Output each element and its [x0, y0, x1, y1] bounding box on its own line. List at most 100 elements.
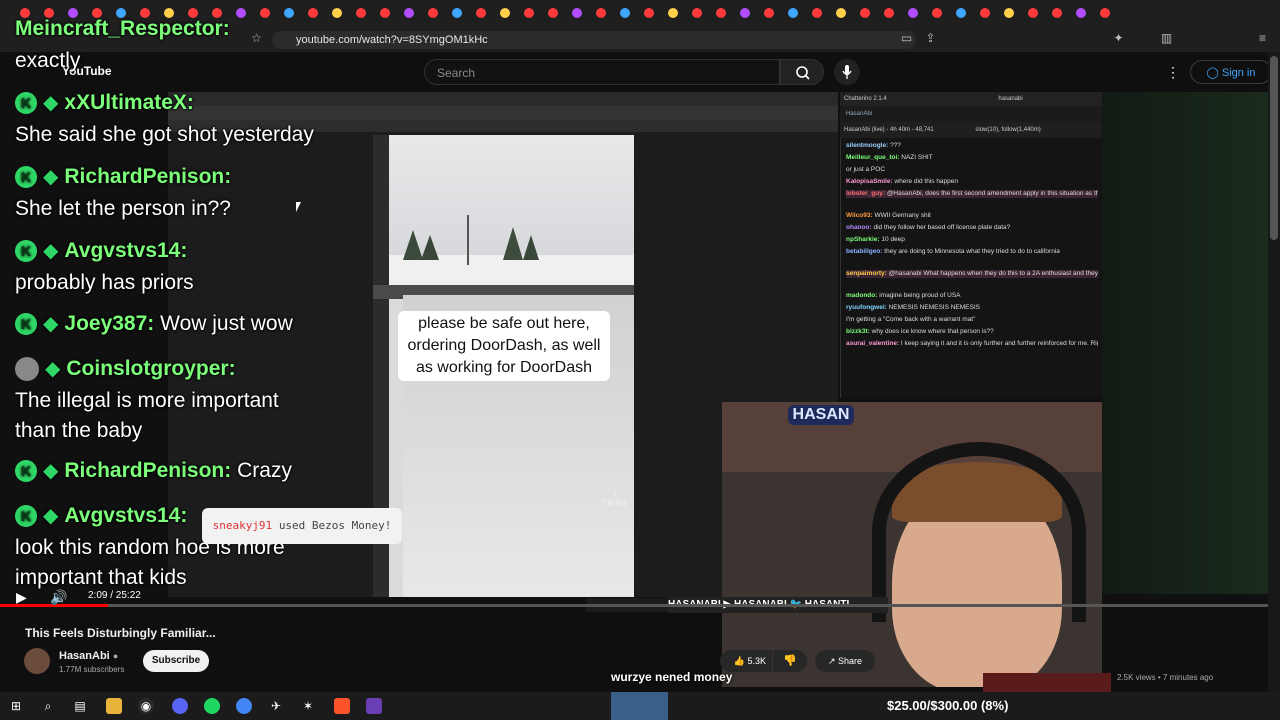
- browser-tab-favicon[interactable]: [572, 8, 582, 18]
- chatterino-text: I keep saying it and it is only further …: [900, 340, 1098, 347]
- microphone-icon: [842, 65, 852, 79]
- browser-tab-favicon[interactable]: [788, 8, 798, 18]
- browser-tab-favicon[interactable]: [764, 8, 774, 18]
- browser-tab-favicon[interactable]: [260, 8, 270, 18]
- chatterino-username: madondo:: [846, 292, 880, 299]
- search-button[interactable]: [780, 59, 824, 85]
- captured-browser-tabs: [168, 92, 838, 106]
- chatterino-message: I'm getting a "Come back with a warrant …: [846, 316, 1098, 324]
- kebab-menu-icon[interactable]: ⋮: [1166, 64, 1180, 81]
- search-input[interactable]: Search: [424, 59, 780, 85]
- chrome-icon[interactable]: [236, 698, 252, 714]
- chatterino-username: Meilleur_que_toi:: [846, 154, 902, 161]
- cast-icon[interactable]: ▭: [900, 32, 913, 45]
- like-button[interactable]: 👍 5.3K: [720, 650, 772, 672]
- browser-tab-favicon[interactable]: [620, 8, 630, 18]
- browser-tab-favicon[interactable]: [428, 8, 438, 18]
- sidebar-icon[interactable]: ▥: [1160, 32, 1173, 45]
- browser-tab-favicon[interactable]: [524, 8, 534, 18]
- browser-menu-icon[interactable]: ≡: [1256, 32, 1269, 45]
- chatterino-username: betabillgeo:: [846, 248, 885, 255]
- dislike-button[interactable]: 👎: [773, 650, 807, 672]
- browser-tab-favicon[interactable]: [236, 8, 246, 18]
- chatterino-tab[interactable]: HasanAbi: [840, 106, 1102, 122]
- sign-in-label: Sign in: [1221, 67, 1256, 79]
- browser-tab-favicon[interactable]: [308, 8, 318, 18]
- chat-line: ◆ Coinslotgroyper:: [15, 355, 236, 383]
- brave-icon[interactable]: [334, 698, 350, 714]
- chatterino-username: npSharkie:: [846, 236, 882, 243]
- diamond-badge-icon: ◆: [43, 240, 59, 262]
- file-explorer-icon[interactable]: [106, 698, 122, 714]
- channel-name[interactable]: HasanAbi ●: [59, 650, 118, 662]
- obs-icon[interactable]: ◉: [138, 698, 154, 714]
- kick-badge-icon: K: [15, 313, 37, 336]
- chat-message: The illegal is more important: [15, 389, 279, 412]
- start-icon[interactable]: ⊞: [8, 698, 24, 714]
- chat-username: Avgvstvs14:: [64, 239, 188, 262]
- browser-tab-favicon[interactable]: [1076, 8, 1086, 18]
- chat-username: Joey387:: [64, 312, 155, 335]
- browser-tab-favicon[interactable]: [668, 8, 678, 18]
- browser-tab-favicon[interactable]: [812, 8, 822, 18]
- browser-tab-favicon[interactable]: [1052, 8, 1062, 18]
- active-taskbar-item[interactable]: [611, 692, 668, 720]
- browser-tab-favicon[interactable]: [716, 8, 726, 18]
- browser-tab-favicon[interactable]: [980, 8, 990, 18]
- chatterino-text: why does ice know where that person is??: [871, 328, 994, 335]
- chat-message: Wow just wow: [154, 312, 293, 335]
- search-icon: [796, 66, 810, 80]
- browser-tab-favicon[interactable]: [452, 8, 462, 18]
- browser-tab-favicon[interactable]: [332, 8, 342, 18]
- share-button[interactable]: ↗ Share: [815, 650, 875, 672]
- task-view-icon[interactable]: ▤: [72, 698, 88, 714]
- voice-search-button[interactable]: [834, 59, 860, 85]
- sign-in-button[interactable]: ◯ Sign in: [1190, 60, 1272, 84]
- browser-tab-favicon[interactable]: [1004, 8, 1014, 18]
- share-page-icon[interactable]: ⇪: [924, 32, 937, 45]
- spotify-icon[interactable]: [204, 698, 220, 714]
- kick-badge-icon: K: [15, 166, 37, 189]
- browser-tab-favicon[interactable]: [548, 8, 558, 18]
- browser-tab-favicon[interactable]: [356, 8, 366, 18]
- kick-badge-icon: K: [15, 92, 37, 115]
- scrollbar-thumb[interactable]: [1270, 56, 1278, 240]
- chatterino-taskbar-icon[interactable]: [366, 698, 382, 714]
- browser-tab-favicon[interactable]: [1100, 8, 1110, 18]
- chatterino-message: or just a POC: [846, 166, 1098, 174]
- chat-line: K ◆ RichardPenison:: [15, 163, 231, 191]
- browser-tab-favicon[interactable]: [596, 8, 606, 18]
- steam-icon[interactable]: ✈: [268, 698, 284, 714]
- discord-icon[interactable]: [172, 698, 188, 714]
- browser-tab-favicon[interactable]: [380, 8, 390, 18]
- browser-tab-favicon[interactable]: [932, 8, 942, 18]
- bookmark-icon[interactable]: ☆: [250, 32, 263, 45]
- chatterino-channel: hasanabi: [998, 96, 1023, 102]
- chatterino-message: madondo: imagine being proud of USA: [846, 292, 1098, 300]
- chat-line: K ◆ Avgvstvs14:: [15, 502, 187, 530]
- browser-tab-favicon[interactable]: [860, 8, 870, 18]
- browser-tab-favicon[interactable]: [740, 8, 750, 18]
- browser-tab-favicon[interactable]: [404, 8, 414, 18]
- address-bar[interactable]: youtube.com/watch?v=8SYmgOM1kHc: [272, 31, 916, 49]
- browser-tab-favicon[interactable]: [692, 8, 702, 18]
- browser-tab-favicon[interactable]: [500, 8, 510, 18]
- window-view: [373, 135, 634, 295]
- browser-tab-favicon[interactable]: [476, 8, 486, 18]
- extensions-icon[interactable]: ✦: [1112, 32, 1125, 45]
- volume-icon[interactable]: 🔊: [50, 589, 67, 606]
- browser-tab-favicon[interactable]: [956, 8, 966, 18]
- browser-tab-favicon[interactable]: [836, 8, 846, 18]
- subscribe-button[interactable]: Subscribe: [143, 650, 209, 672]
- browser-tab-favicon[interactable]: [908, 8, 918, 18]
- app-icon[interactable]: ✶: [300, 698, 316, 714]
- chat-message: She let the person in??: [15, 197, 231, 220]
- search-taskbar-icon[interactable]: ⌕: [40, 698, 56, 714]
- browser-tab-favicon[interactable]: [1028, 8, 1038, 18]
- browser-tab-favicon[interactable]: [644, 8, 654, 18]
- browser-tab-favicon[interactable]: [884, 8, 894, 18]
- play-icon[interactable]: ▶: [16, 589, 27, 606]
- progress-bar[interactable]: [0, 604, 1268, 607]
- browser-tab-favicon[interactable]: [284, 8, 294, 18]
- channel-avatar[interactable]: [24, 648, 50, 674]
